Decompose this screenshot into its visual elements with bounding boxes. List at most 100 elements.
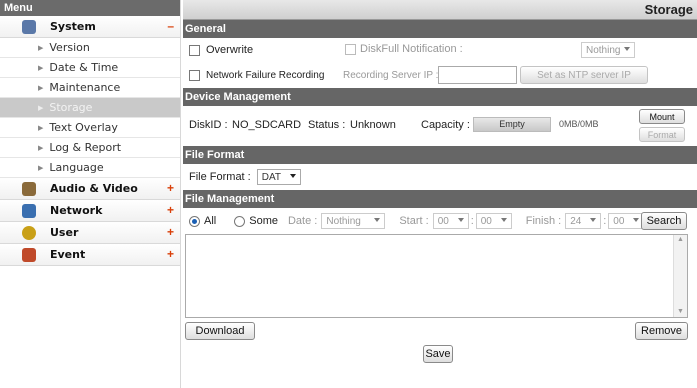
overwrite-label: Overwrite <box>206 44 254 56</box>
search-button[interactable]: Search <box>641 212 687 230</box>
save-row: Save <box>183 342 697 363</box>
section-header-file-format: File Format <box>183 146 697 164</box>
category-audio-video[interactable]: Audio & Video + <box>0 178 180 200</box>
overwrite-checkbox[interactable] <box>189 44 200 56</box>
expand-icon[interactable]: + <box>167 225 174 239</box>
sidebar-item-label: Maintenance <box>49 81 121 94</box>
finish-hour-value: 24 <box>570 215 582 227</box>
section-header-general: General <box>183 20 697 38</box>
diskid-label: DiskID : <box>189 119 228 131</box>
diskfull-select[interactable]: Nothing <box>581 42 635 58</box>
status-value: Unknown <box>350 119 396 131</box>
general-row-2: Network Failure Recording Recording Serv… <box>183 62 697 88</box>
file-format-select[interactable]: DAT <box>256 169 301 185</box>
file-format-select-value: DAT <box>261 171 281 183</box>
general-row-1: Overwrite DiskFull Notification : Nothin… <box>183 38 697 62</box>
category-network[interactable]: Network + <box>0 200 180 222</box>
page-title: Storage <box>183 0 697 20</box>
all-label: All <box>204 215 217 227</box>
start-hour-select[interactable]: 00 <box>432 213 469 229</box>
start-min-select[interactable]: 00 <box>475 213 512 229</box>
chevron-right-icon: ▶ <box>38 143 44 152</box>
date-select[interactable]: Nothing <box>321 213 386 229</box>
download-button[interactable]: Download <box>185 322 255 340</box>
diskfull-checkbox[interactable] <box>345 44 356 55</box>
category-user[interactable]: User + <box>0 222 180 244</box>
file-format-label: File Format : <box>189 171 251 183</box>
category-label: Audio & Video <box>50 182 138 195</box>
sidebar-item-log-report[interactable]: ▶ Log & Report <box>0 138 180 158</box>
sidebar-item-language[interactable]: ▶ Language <box>0 158 180 178</box>
network-failure-checkbox[interactable] <box>189 69 200 81</box>
device-row: DiskID : NO_SDCARD Status : Unknown Capa… <box>183 106 697 146</box>
collapse-icon[interactable]: – <box>167 19 174 33</box>
sidebar-item-maintenance[interactable]: ▶ Maintenance <box>0 78 180 98</box>
mount-button[interactable]: Mount <box>639 109 685 124</box>
date-label: Date : <box>287 215 318 227</box>
audio-video-icon <box>22 181 36 196</box>
diskfull-select-value: Nothing <box>586 44 621 56</box>
chevron-right-icon: ▶ <box>38 123 44 132</box>
sidebar-item-label: Language <box>49 161 104 174</box>
recording-server-ip-label: Recording Server IP : <box>343 70 439 81</box>
scroll-down-icon[interactable]: ▼ <box>674 307 687 317</box>
diskid-value: NO_SDCARD <box>232 119 302 131</box>
file-list-scrollbar[interactable]: ▲ ▼ <box>673 235 687 317</box>
category-system[interactable]: System – <box>0 16 180 38</box>
chevron-down-icon <box>633 218 640 222</box>
date-select-value: Nothing <box>326 215 361 227</box>
sidebar-item-label: Text Overlay <box>49 121 118 134</box>
sidebar-item-label: Log & Report <box>49 141 122 154</box>
sidebar-item-label: Storage <box>49 101 93 114</box>
category-label: System <box>50 20 96 33</box>
expand-icon[interactable]: + <box>167 181 174 195</box>
chevron-right-icon: ▶ <box>38 83 44 92</box>
time-separator: : <box>603 215 607 227</box>
chevron-right-icon: ▶ <box>38 163 44 172</box>
sidebar-item-storage[interactable]: ▶ Storage <box>0 98 180 118</box>
finish-hour-select[interactable]: 24 <box>565 213 602 229</box>
chevron-down-icon <box>457 218 464 222</box>
section-header-device-management: Device Management <box>183 88 697 106</box>
format-button[interactable]: Format <box>639 127 685 142</box>
chevron-right-icon: ▶ <box>38 103 44 112</box>
capacity-label: Capacity : <box>421 119 470 131</box>
finish-min-value: 00 <box>613 215 625 227</box>
network-failure-label: Network Failure Recording <box>206 69 325 81</box>
chevron-down-icon <box>624 47 630 51</box>
capacity-bar: Empty <box>473 117 551 132</box>
category-label: Event <box>50 248 86 261</box>
chevron-right-icon: ▶ <box>38 43 44 52</box>
some-label: Some <box>249 215 278 227</box>
category-label: Network <box>50 204 103 217</box>
time-separator: : <box>470 215 474 227</box>
network-icon <box>22 203 36 218</box>
file-management-filter-row: All Some Date : Nothing Start : 00 : 00 … <box>183 208 697 234</box>
start-hour-value: 00 <box>437 215 449 227</box>
sidebar-item-date-time[interactable]: ▶ Date & Time <box>0 58 180 78</box>
recording-server-ip-input[interactable] <box>438 66 517 84</box>
section-header-file-management: File Management <box>183 190 697 208</box>
start-min-value: 00 <box>480 215 492 227</box>
some-radio[interactable] <box>234 215 246 227</box>
diskfull-label: DiskFull Notification : <box>360 43 463 55</box>
all-radio[interactable] <box>189 215 200 227</box>
category-label: User <box>50 226 79 239</box>
sidebar-item-text-overlay[interactable]: ▶ Text Overlay <box>0 118 180 138</box>
file-actions-row: Download Remove <box>183 318 697 342</box>
chevron-down-icon <box>590 218 597 222</box>
menu-header: Menu <box>0 0 180 16</box>
scroll-up-icon[interactable]: ▲ <box>674 235 687 245</box>
category-event[interactable]: Event + <box>0 244 180 266</box>
remove-button[interactable]: Remove <box>635 322 688 340</box>
capacity-value: 0MB/0MB <box>559 119 599 129</box>
expand-icon[interactable]: + <box>167 203 174 217</box>
set-ntp-server-button[interactable]: Set as NTP server IP <box>520 66 648 84</box>
sidebar-item-version[interactable]: ▶ Version <box>0 38 180 58</box>
chevron-down-icon <box>289 174 296 178</box>
start-label: Start : <box>399 215 429 227</box>
save-button[interactable]: Save <box>423 345 453 363</box>
file-list[interactable]: ▲ ▼ <box>185 234 688 318</box>
expand-icon[interactable]: + <box>167 247 174 261</box>
finish-min-select[interactable]: 00 <box>608 213 645 229</box>
